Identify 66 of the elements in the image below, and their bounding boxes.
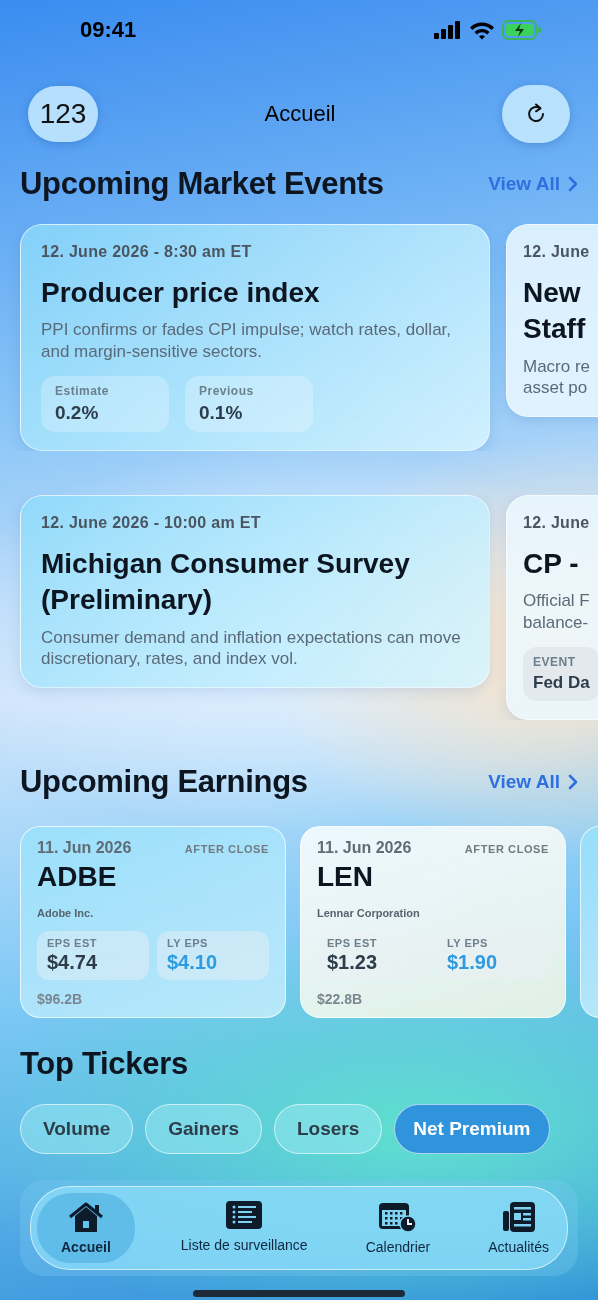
- report-timing: AFTER CLOSE: [464, 842, 549, 855]
- event-card[interactable]: 12. June 2026 - 8:30 am ET Producer price index PPI confirms or fades CPI impulse; watch rates, dollar, and margin-sensitive sectors. Estimate 0.2% Previous 0.1%: [20, 224, 490, 451]
- report-timing: AFTER CLOSE: [184, 842, 269, 855]
- eps-value: $1.90: [447, 950, 499, 974]
- eps-label: EPS EST: [47, 936, 98, 949]
- refresh-icon: [525, 103, 547, 125]
- stat-label: Previous: [199, 383, 255, 398]
- event-card[interactable]: 12. June 2026 - 10:00 am ET Michigan Consumer Survey (Preliminary) Consumer demand and inflation expectations can move discretionary, rates, and index vol.: [20, 494, 490, 689]
- event-title: Michigan Consumer Survey (Preliminary): [41, 546, 411, 618]
- section-title: Upcoming Market Events: [20, 166, 384, 202]
- filter-chip[interactable]: Gainers: [145, 1103, 262, 1154]
- tab-bar-item[interactable]: Accueil: [37, 1192, 135, 1263]
- screen-title: Accueil: [264, 101, 336, 127]
- company-name: Lennar Corporation: [317, 906, 421, 919]
- event-description: Consumer demand and inflation expectations can move discretionary, rates, and index vol.: [41, 626, 462, 670]
- earnings-card[interactable]: 11. Jun 2026 AFTER CLOSE ADBE Adobe Inc. EPS EST $4.74 LY EPS $4.10 $96.2B: [20, 825, 286, 1018]
- earnings-date: 11. Jun 2026: [37, 838, 132, 857]
- market-cap: $22.8B: [317, 990, 364, 1007]
- event-card[interactable]: 12. June CP - Official F balance- EVENT Fed Da: [506, 494, 598, 720]
- company-name: Adobe Inc.: [37, 906, 95, 919]
- tab-bar-item[interactable]: Calendrier: [353, 1192, 443, 1263]
- earnings-date: 11. Jun 2026: [317, 838, 412, 857]
- stat-label: EVENT: [533, 654, 577, 669]
- tab-bar-item[interactable]: Liste de surveillance: [168, 1192, 320, 1263]
- list-icon: [226, 1200, 263, 1231]
- section-title: Upcoming Earnings: [20, 763, 308, 800]
- eps-label: LY EPS: [167, 936, 209, 949]
- event-date: 12. June 2026 - 8:30 am ET: [41, 243, 253, 261]
- event-title: CP -: [523, 546, 580, 581]
- refresh-button[interactable]: [502, 85, 570, 143]
- status-time: 09:41: [80, 17, 137, 43]
- count-badge-button[interactable]: 123: [28, 86, 98, 142]
- section-title: Top Tickers: [20, 1045, 188, 1082]
- event-date: 12. June 2026 - 10:00 am ET: [41, 513, 262, 532]
- event-description: Macro re asset po: [523, 355, 592, 399]
- stat-value: 0.2%: [55, 401, 100, 424]
- eps-label: LY EPS: [447, 936, 489, 949]
- event-description: Official F balance-: [523, 590, 591, 633]
- home-icon: [67, 1200, 104, 1233]
- eps-value: $4.74: [47, 950, 99, 974]
- event-card[interactable]: 12. June New Staff Macro re asset po: [506, 224, 598, 418]
- chevron-right-icon: [568, 176, 578, 192]
- wifi-icon: [469, 20, 495, 40]
- battery-charging-icon: [502, 20, 542, 40]
- market-cap: $96.2B: [37, 990, 84, 1007]
- stat-label: Estimate: [55, 383, 111, 398]
- tab-bar-item[interactable]: Actualités: [476, 1192, 561, 1263]
- eps-value: $4.10: [167, 950, 219, 974]
- ticker-symbol: LEN: [317, 860, 374, 893]
- event-date: 12. June: [523, 513, 591, 532]
- stat-value: 0.1%: [199, 401, 244, 424]
- calendar-clock-icon: [378, 1200, 417, 1233]
- filter-chip[interactable]: Volume: [20, 1103, 134, 1154]
- event-title: New Staff: [523, 276, 587, 347]
- ticker-symbol: ADBE: [37, 860, 118, 893]
- event-title: Producer price index: [41, 276, 321, 310]
- eps-label: EPS EST: [327, 936, 378, 949]
- earnings-card[interactable]: 11. Jun 2026 AFTER CLOSE LEN Lennar Corporation EPS EST $1.23 LY EPS $1.90 $22.8B: [300, 825, 566, 1018]
- filter-chip[interactable]: Losers: [274, 1103, 383, 1154]
- eps-value: $1.23: [327, 950, 379, 974]
- newspaper-icon: [502, 1200, 535, 1233]
- event-description: PPI confirms or fades CPI impulse; watch rates, dollar, and margin-sensitive sectors.: [41, 319, 453, 362]
- signal-icon: [434, 21, 462, 39]
- chevron-right-icon: [568, 773, 578, 790]
- stat-value: Fed Da: [533, 672, 590, 693]
- event-date: 12. June: [523, 243, 591, 261]
